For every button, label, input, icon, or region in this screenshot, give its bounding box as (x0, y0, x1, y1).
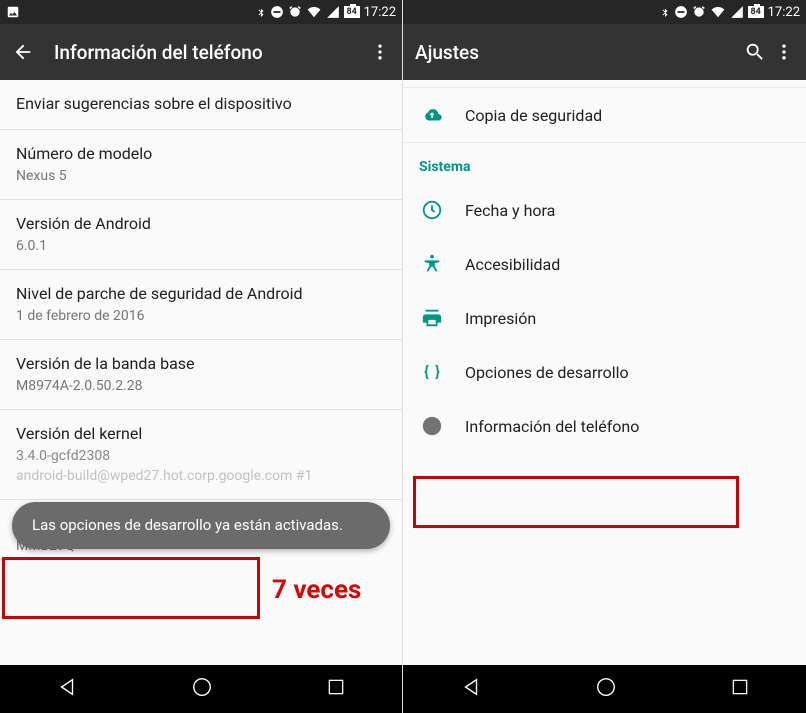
navigation-bar (403, 665, 806, 713)
battery-icon: 84 (344, 6, 360, 18)
row-feedback[interactable]: Enviar sugerencias sobre el dispositivo (0, 80, 402, 130)
overflow-menu-button[interactable] (774, 42, 794, 62)
status-bar: 84 17:22 (403, 0, 806, 24)
alarm-icon (692, 5, 706, 19)
appbar-title: Ajustes (415, 41, 736, 64)
appbar: Información del teléfono (0, 24, 402, 80)
toast-message: Las opciones de desarrollo ya están acti… (12, 502, 390, 550)
setting-row-accessibility[interactable]: Accesibilidad (403, 237, 806, 291)
row-model[interactable]: Número de modelo Nexus 5 (0, 130, 402, 200)
nav-recent-button[interactable] (326, 677, 346, 701)
appbar: Ajustes (403, 24, 806, 80)
cloud-backup-icon (421, 104, 465, 126)
annotation-highlight-dev (413, 476, 739, 528)
annotation-text: 7 veces (272, 575, 361, 605)
printer-icon (421, 307, 465, 329)
overflow-menu-button[interactable] (370, 42, 390, 62)
setting-row-about[interactable]: Información del teléfono (403, 399, 806, 453)
appbar-title: Información del teléfono (54, 41, 362, 64)
accessibility-icon (421, 253, 465, 275)
wifi-icon (710, 5, 726, 19)
dnd-icon (674, 5, 688, 19)
status-bar: 84 17:22 (0, 0, 402, 24)
nav-home-button[interactable] (191, 676, 213, 702)
signal-icon (326, 5, 340, 19)
phone-settings-screen: 84 17:22 Ajustes Copia de seguridad Sist… (403, 0, 806, 713)
nav-back-button[interactable] (460, 676, 482, 702)
row-android-version[interactable]: Versión de Android 6.0.1 (0, 200, 402, 270)
status-time: 17:22 (364, 5, 396, 20)
nav-home-button[interactable] (595, 676, 617, 702)
status-time: 17:22 (768, 5, 800, 20)
dnd-icon (270, 5, 284, 19)
row-kernel[interactable]: Versión del kernel 3.4.0-gcfd2308 androi… (0, 410, 402, 500)
clock-icon (421, 199, 465, 221)
alarm-icon (288, 5, 302, 19)
section-header-system: Sistema (403, 143, 806, 183)
back-button[interactable] (12, 41, 34, 63)
wifi-icon (306, 5, 322, 19)
info-icon (421, 415, 465, 437)
setting-row-backup[interactable]: Copia de seguridad (403, 88, 806, 142)
navigation-bar (0, 665, 402, 713)
settings-list: Copia de seguridad Sistema Fecha y hora … (403, 80, 806, 665)
setting-row-developer[interactable]: Opciones de desarrollo (403, 345, 806, 399)
battery-icon: 84 (748, 6, 764, 18)
setting-row-print[interactable]: Impresión (403, 291, 806, 345)
phone-about-screen: 84 17:22 Información del teléfono Enviar… (0, 0, 403, 713)
braces-icon (421, 361, 465, 383)
search-button[interactable] (744, 41, 766, 63)
signal-icon (730, 5, 744, 19)
nav-recent-button[interactable] (730, 677, 750, 701)
bluetooth-icon (256, 5, 266, 19)
bluetooth-icon (660, 5, 670, 19)
picture-icon (6, 5, 20, 19)
setting-row-datetime[interactable]: Fecha y hora (403, 183, 806, 237)
row-security-patch[interactable]: Nivel de parche de seguridad de Android … (0, 270, 402, 340)
about-list: Enviar sugerencias sobre el dispositivo … (0, 80, 402, 665)
nav-back-button[interactable] (56, 676, 78, 702)
row-baseband[interactable]: Versión de la banda base M8974A-2.0.50.2… (0, 340, 402, 410)
